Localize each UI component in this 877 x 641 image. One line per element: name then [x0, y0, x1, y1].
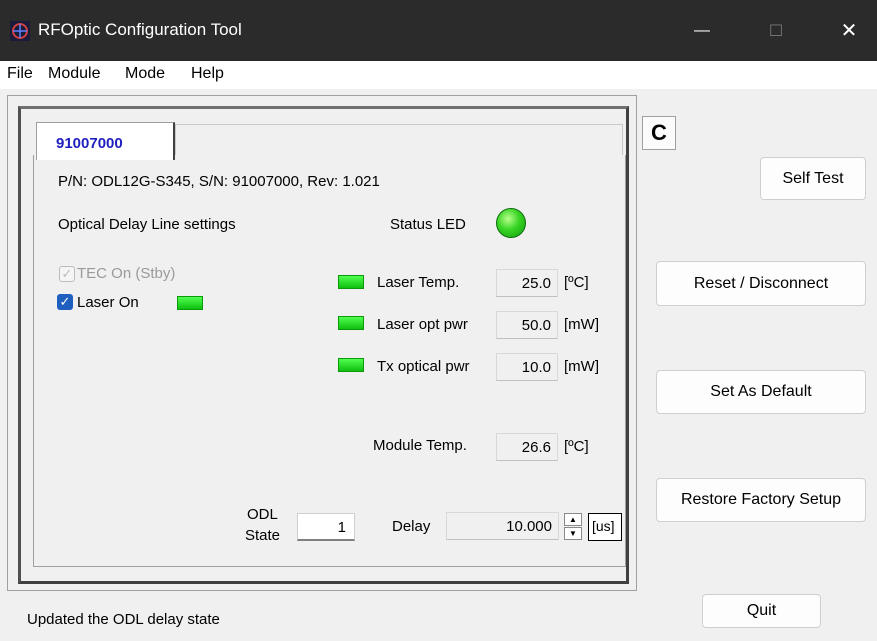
laser-temp-unit: [ºC]	[564, 274, 589, 291]
laser-opt-pwr-label: Laser opt pwr	[377, 316, 468, 333]
laser-opt-pwr-led	[338, 316, 364, 330]
set-as-default-label: Set As Default	[710, 383, 812, 400]
refresh-button[interactable]: C	[642, 116, 676, 150]
minimize-button[interactable]: —	[676, 0, 728, 61]
delay-unit: [us]	[588, 513, 622, 541]
tx-optical-pwr-label: Tx optical pwr	[377, 358, 470, 375]
delay-input[interactable]: 10.000	[446, 512, 559, 540]
reset-disconnect-button[interactable]: Reset / Disconnect	[656, 261, 866, 306]
tx-optical-pwr-unit: [mW]	[564, 358, 599, 375]
maximize-icon: ☐	[768, 22, 784, 40]
delay-spin-down[interactable]: ▼	[564, 527, 582, 540]
status-led-indicator	[496, 208, 526, 238]
refresh-icon: C	[651, 120, 667, 145]
maximize-button[interactable]: ☐	[750, 0, 802, 61]
tec-label: TEC On (Stby)	[77, 265, 176, 282]
reset-disconnect-label: Reset / Disconnect	[693, 274, 829, 292]
caret-down-icon: ▼	[569, 529, 577, 538]
module-info: P/N: ODL12G-S345, S/N: 91007000, Rev: 1.…	[58, 173, 380, 190]
minimize-icon: —	[694, 21, 710, 39]
self-test-label: Self Test	[782, 169, 844, 187]
module-temp-unit: [ºC]	[564, 438, 589, 455]
restore-factory-setup-label: Restore Factory Setup	[680, 491, 842, 508]
tab-strip-empty	[175, 124, 623, 155]
menu-help[interactable]: Help	[191, 65, 224, 83]
quit-button[interactable]: Quit	[702, 594, 821, 628]
restore-factory-setup-button[interactable]: Restore Factory Setup	[656, 478, 866, 522]
status-led-label: Status LED	[390, 216, 466, 233]
title-bar[interactable]: RFOptic Configuration Tool — ☐ ✕	[0, 0, 877, 61]
laser-on-led	[177, 296, 203, 310]
laser-temp-led	[338, 275, 364, 289]
laser-opt-pwr-value: 50.0	[496, 311, 558, 339]
laser-opt-pwr-unit: [mW]	[564, 316, 599, 333]
delay-label: Delay	[392, 518, 431, 535]
tx-optical-pwr-led	[338, 358, 364, 372]
close-icon: ✕	[840, 20, 858, 42]
delay-spin-up[interactable]: ▲	[564, 513, 582, 526]
tab-module-label: 91007000	[56, 135, 123, 152]
odl-state-label-line2: State	[245, 527, 281, 544]
odl-state-input[interactable]: 1	[297, 513, 355, 541]
quit-label: Quit	[746, 602, 777, 619]
section-title: Optical Delay Line settings	[58, 216, 236, 233]
laser-checkbox[interactable]: ✓	[57, 294, 73, 310]
set-as-default-button[interactable]: Set As Default	[656, 370, 866, 414]
tx-optical-pwr-value: 10.0	[496, 353, 558, 381]
menu-mode[interactable]: Mode	[125, 65, 165, 83]
self-test-button[interactable]: Self Test	[760, 157, 866, 200]
module-temp-value: 26.6	[496, 433, 558, 461]
window-title: RFOptic Configuration Tool	[38, 20, 242, 39]
caret-up-icon: ▲	[569, 515, 577, 524]
status-message: Updated the ODL delay state	[27, 611, 220, 628]
laser-label: Laser On	[77, 294, 139, 311]
laser-temp-value: 25.0	[496, 269, 558, 297]
app-logo-icon	[10, 21, 30, 41]
odl-state-label-line1: ODL	[247, 506, 278, 523]
module-temp-label: Module Temp.	[373, 437, 467, 454]
menu-bar: File Module Mode Help	[0, 61, 877, 89]
menu-file[interactable]: File	[7, 65, 33, 83]
tec-checkbox[interactable]: ✓	[59, 266, 75, 282]
laser-temp-label: Laser Temp.	[377, 274, 460, 291]
menu-module[interactable]: Module	[48, 65, 100, 83]
close-button[interactable]: ✕	[823, 0, 875, 61]
